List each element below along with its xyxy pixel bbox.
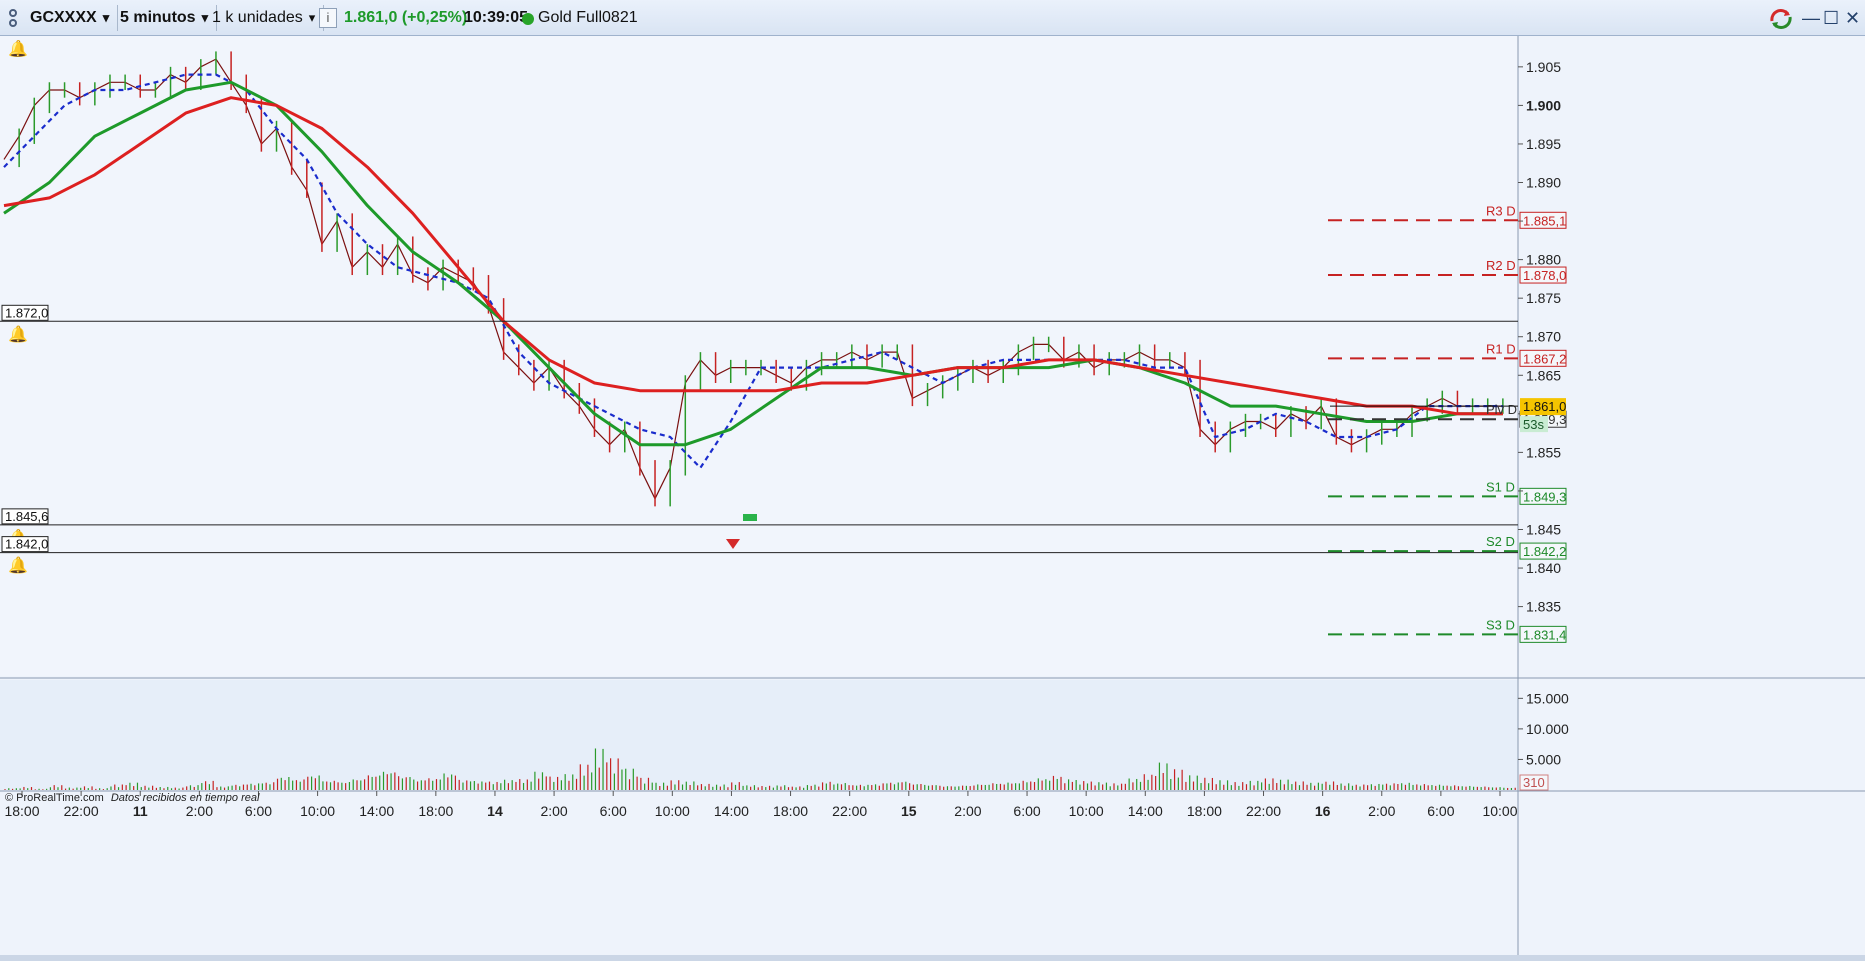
y-tick-label: 1.890 (1526, 175, 1561, 191)
vol-tick-label: 5.000 (1526, 751, 1561, 767)
x-tick-label: 15 (901, 803, 917, 819)
x-tick-label: 14:00 (1128, 803, 1163, 819)
alert-bell-icon[interactable]: 🔔 (8, 557, 28, 575)
y-tick-label: 1.900 (1526, 97, 1561, 113)
x-tick-label: 6:00 (1427, 803, 1454, 819)
live-status-icon (522, 13, 534, 25)
symbol-selector[interactable]: GCXXXX (22, 5, 119, 31)
bottom-scrollbar[interactable] (0, 955, 1865, 961)
x-tick-label: 6:00 (245, 803, 272, 819)
price-pane (0, 36, 1518, 676)
pivot-value: 1.885,1 (1523, 213, 1566, 228)
drag-handle-icon[interactable] (6, 6, 20, 30)
instrument-name: Gold Full0821 (538, 9, 638, 26)
volume-pane (0, 680, 1518, 790)
pivot-value: 1.831,4 (1523, 627, 1566, 642)
pivot-value: 1.867,2 (1523, 351, 1566, 366)
x-tick-label: 10:00 (1069, 803, 1104, 819)
x-tick-label: 6:00 (1013, 803, 1040, 819)
copyright-text: © ProRealTime.com (5, 792, 104, 804)
vol-tick-label: 10.000 (1526, 721, 1569, 737)
x-tick-label: 2:00 (1368, 803, 1395, 819)
pivot-label: R2 D (1486, 258, 1516, 273)
y-tick-label: 1.875 (1526, 290, 1561, 306)
maximize-button[interactable]: ☐ (1823, 6, 1839, 30)
y-tick-label: 1.840 (1526, 560, 1561, 576)
pivot-label: Piv D (1486, 402, 1517, 417)
x-tick-label: 11 (133, 803, 148, 819)
price-chart[interactable]: 15.000 10.000 5.000 310 R3 D 1.885,1 R2 D 1.87… (0, 36, 1865, 961)
pivot-value: 1.842,2 (1523, 544, 1566, 559)
pivot-label: S3 D (1486, 617, 1515, 632)
pivot-value: 1.878,0 (1523, 268, 1566, 283)
x-tick-label: 22:00 (832, 803, 867, 819)
hline-label: 1.872,0 (5, 305, 48, 320)
pivot-label: S1 D (1486, 479, 1515, 494)
x-tick-label: 16 (1315, 803, 1331, 819)
pivot-label: S2 D (1486, 534, 1515, 549)
y-tick-label: 1.895 (1526, 136, 1561, 152)
x-tick-label: 18:00 (773, 803, 808, 819)
info-icon[interactable]: i (319, 8, 337, 28)
pivot-label: R3 D (1486, 203, 1516, 218)
x-tick-label: 22:00 (1246, 803, 1281, 819)
x-tick-label: 14 (487, 803, 503, 819)
data-source-note: © ProRealTime.com Datos recibidos en tie… (5, 792, 259, 804)
x-tick-label: 14:00 (359, 803, 394, 819)
x-tick-label: 2:00 (540, 803, 567, 819)
x-tick-label: 6:00 (600, 803, 627, 819)
y-tick-label: 1.865 (1526, 367, 1561, 383)
clock-time: 10:39:05 (464, 9, 529, 26)
countdown-value: 53s (1523, 417, 1544, 432)
x-tick-label: 10:00 (655, 803, 690, 819)
vol-tick-label: 15.000 (1526, 690, 1569, 706)
x-tick-label: 18:00 (1187, 803, 1222, 819)
hline-label: 1.845,6 (5, 509, 48, 524)
timeframe-selector[interactable]: 5 minutos (112, 5, 218, 31)
y-tick-label: 1.855 (1526, 444, 1561, 460)
price-change: 1.861,0 (+0,25%) (344, 9, 468, 26)
y-tick-label: 1.880 (1526, 252, 1561, 268)
x-tick-label: 2:00 (954, 803, 981, 819)
realtime-status: Datos recibidos en tiempo real (110, 792, 260, 804)
y-tick-label: 1.845 (1526, 521, 1561, 537)
y-tick-label: 1.905 (1526, 59, 1561, 75)
x-tick-label: 2:00 (186, 803, 213, 819)
y-tick-label: 1.835 (1526, 599, 1561, 615)
close-button[interactable]: ✕ (1845, 6, 1860, 30)
x-tick-label: 14:00 (714, 803, 749, 819)
symbol-label: GCXXXX (30, 9, 97, 26)
x-tick-label: 10:00 (1482, 803, 1517, 819)
sync-icon[interactable] (1768, 7, 1794, 31)
current-price-value: 1.861,0 (1523, 399, 1566, 414)
pivot-label: R1 D (1486, 341, 1516, 356)
units-selector[interactable]: 1 k unidades (204, 5, 325, 31)
alert-bell-icon[interactable]: 🔔 (8, 40, 28, 58)
x-tick-label: 10:00 (300, 803, 335, 819)
x-tick-label: 18:00 (418, 803, 453, 819)
x-tick-label: 22:00 (64, 803, 99, 819)
minimize-button[interactable]: — (1802, 6, 1820, 30)
x-tick-label: 18:00 (4, 803, 39, 819)
units-label: 1 k unidades (212, 9, 303, 26)
buy-signal-marker (743, 514, 757, 521)
timeframe-label: 5 minutos (120, 9, 196, 26)
chart-toolbar: GCXXXX 5 minutos 1 k unidades i 1.861,0 … (0, 0, 1865, 36)
pivot-value: 1.849,3 (1523, 489, 1566, 504)
alert-bell-icon[interactable]: 🔔 (8, 325, 28, 343)
hline-label: 1.842,0 (5, 537, 48, 552)
y-tick-label: 1.870 (1526, 329, 1561, 345)
volume-last-value: 310 (1523, 775, 1545, 790)
